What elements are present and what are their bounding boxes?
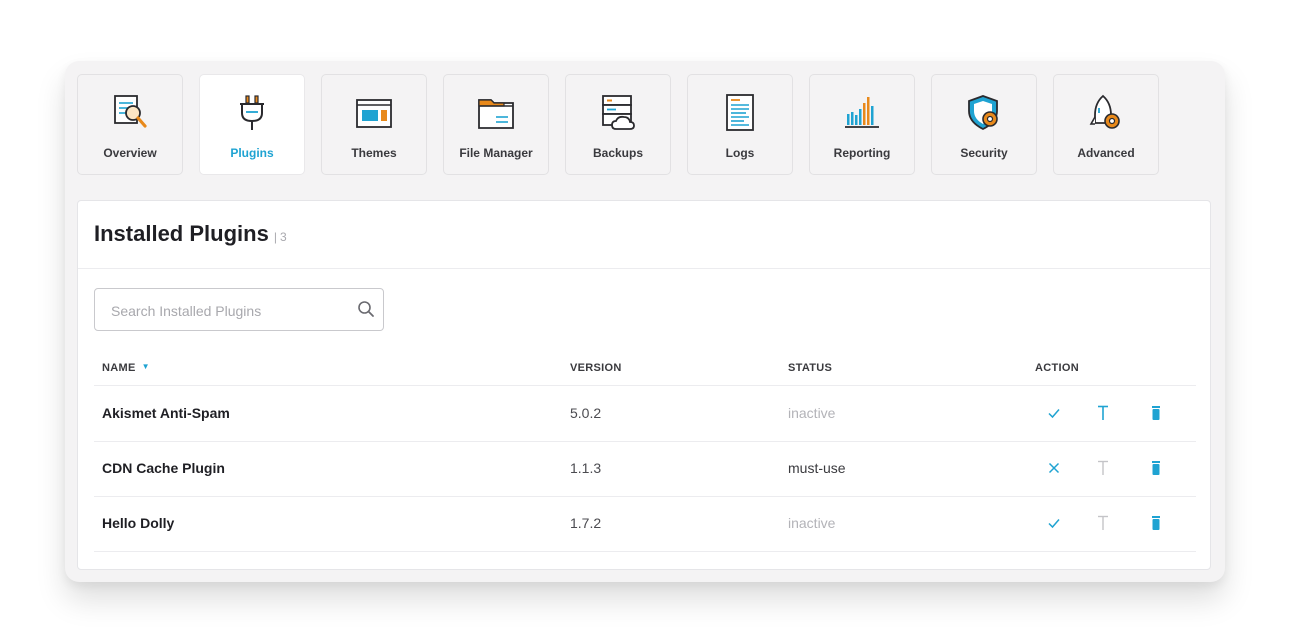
backups-icon xyxy=(602,95,635,130)
search-box xyxy=(94,288,384,332)
plugin-version: 1.1.3 xyxy=(570,460,602,476)
plugin-version: 5.0.2 xyxy=(570,405,602,421)
tab-reporting[interactable]: Reporting xyxy=(809,74,915,175)
search-input[interactable] xyxy=(109,289,343,332)
table-row: Hello Dolly 1.7.2 inactive xyxy=(94,496,1196,552)
tab-logs[interactable]: Logs xyxy=(687,74,793,175)
logs-icon xyxy=(726,94,754,131)
tab-label: Advanced xyxy=(1077,146,1135,160)
column-header-version: VERSION xyxy=(570,362,622,374)
tab-label: Reporting xyxy=(833,146,891,160)
count-separator: | xyxy=(273,230,277,244)
tab-backups[interactable]: Backups xyxy=(565,74,671,175)
trash-icon xyxy=(1152,516,1160,530)
activate-button[interactable] xyxy=(1044,403,1064,423)
trash-icon xyxy=(1152,461,1160,475)
tab-themes[interactable]: Themes xyxy=(321,74,427,175)
table-row: CDN Cache Plugin 1.1.3 must-use xyxy=(94,441,1196,497)
activate-button[interactable] xyxy=(1044,513,1064,533)
plugin-count: | 3 xyxy=(274,230,287,244)
search-icon[interactable] xyxy=(357,300,375,318)
update-button[interactable] xyxy=(1093,513,1113,533)
installed-plugins-card: Installed Plugins |3 NAME ▼ VERSION STATUS… xyxy=(77,200,1211,570)
tab-label: Backups xyxy=(592,146,644,160)
plugin-status: inactive xyxy=(788,405,836,421)
trash-icon xyxy=(1152,406,1160,420)
tab-advanced[interactable]: Advanced xyxy=(1053,74,1159,175)
tab-file-manager[interactable]: File Manager xyxy=(443,74,549,175)
tab-label: Overview xyxy=(103,146,157,160)
plugin-name: CDN Cache Plugin xyxy=(102,460,225,476)
section-title-text: Installed Plugins xyxy=(94,221,269,246)
delete-button[interactable] xyxy=(1146,458,1166,478)
folder-icon xyxy=(478,99,514,129)
tab-label: File Manager xyxy=(459,146,533,160)
check-icon xyxy=(1048,409,1060,419)
column-header-name-label: NAME xyxy=(102,362,136,374)
column-header-status: STATUS xyxy=(788,362,833,374)
tab-label: Logs xyxy=(725,146,755,160)
tab-plugins[interactable]: Plugins xyxy=(199,74,305,175)
themes-icon xyxy=(356,99,392,128)
delete-button[interactable] xyxy=(1146,403,1166,423)
update-button[interactable] xyxy=(1093,403,1113,423)
security-shield-icon xyxy=(968,95,998,131)
update-arrow-icon xyxy=(1098,405,1108,420)
tab-security[interactable]: Security xyxy=(931,74,1037,175)
count-value: 3 xyxy=(279,230,287,244)
card-header: Installed Plugins | 3 xyxy=(78,201,1210,269)
plugin-icon xyxy=(240,95,264,130)
plugin-status: inactive xyxy=(788,515,836,531)
tab-label: Plugins xyxy=(230,146,274,160)
update-arrow-icon xyxy=(1098,515,1108,530)
tab-label: Security xyxy=(960,146,1008,160)
plugin-name: Hello Dolly xyxy=(102,515,175,531)
plugin-name: Akismet Anti-Spam xyxy=(102,405,230,421)
site-tools-panel: Overview Plugins Themes File Manager Bac… xyxy=(65,61,1225,582)
plugin-version: 1.7.2 xyxy=(570,515,602,531)
deactivate-button[interactable] xyxy=(1044,458,1064,478)
table-row: Akismet Anti-Spam 5.0.2 inactive xyxy=(94,386,1196,442)
tab-overview[interactable]: Overview xyxy=(77,74,183,175)
plugin-status: must-use xyxy=(788,460,846,476)
close-icon xyxy=(1048,462,1060,474)
sort-desc-icon: ▼ xyxy=(141,362,150,371)
column-header-action: ACTION xyxy=(1035,362,1079,374)
check-icon xyxy=(1048,519,1060,529)
tab-label: Themes xyxy=(351,146,397,160)
reporting-icon xyxy=(845,97,879,128)
update-button[interactable] xyxy=(1093,458,1113,478)
rocket-gear-icon xyxy=(1089,94,1120,129)
overview-icon xyxy=(114,95,147,128)
column-header-name[interactable]: NAME ▼ xyxy=(102,362,150,374)
update-arrow-icon xyxy=(1098,460,1108,475)
section-title: Installed Plugins | 3 xyxy=(94,221,287,247)
delete-button[interactable] xyxy=(1146,513,1166,533)
